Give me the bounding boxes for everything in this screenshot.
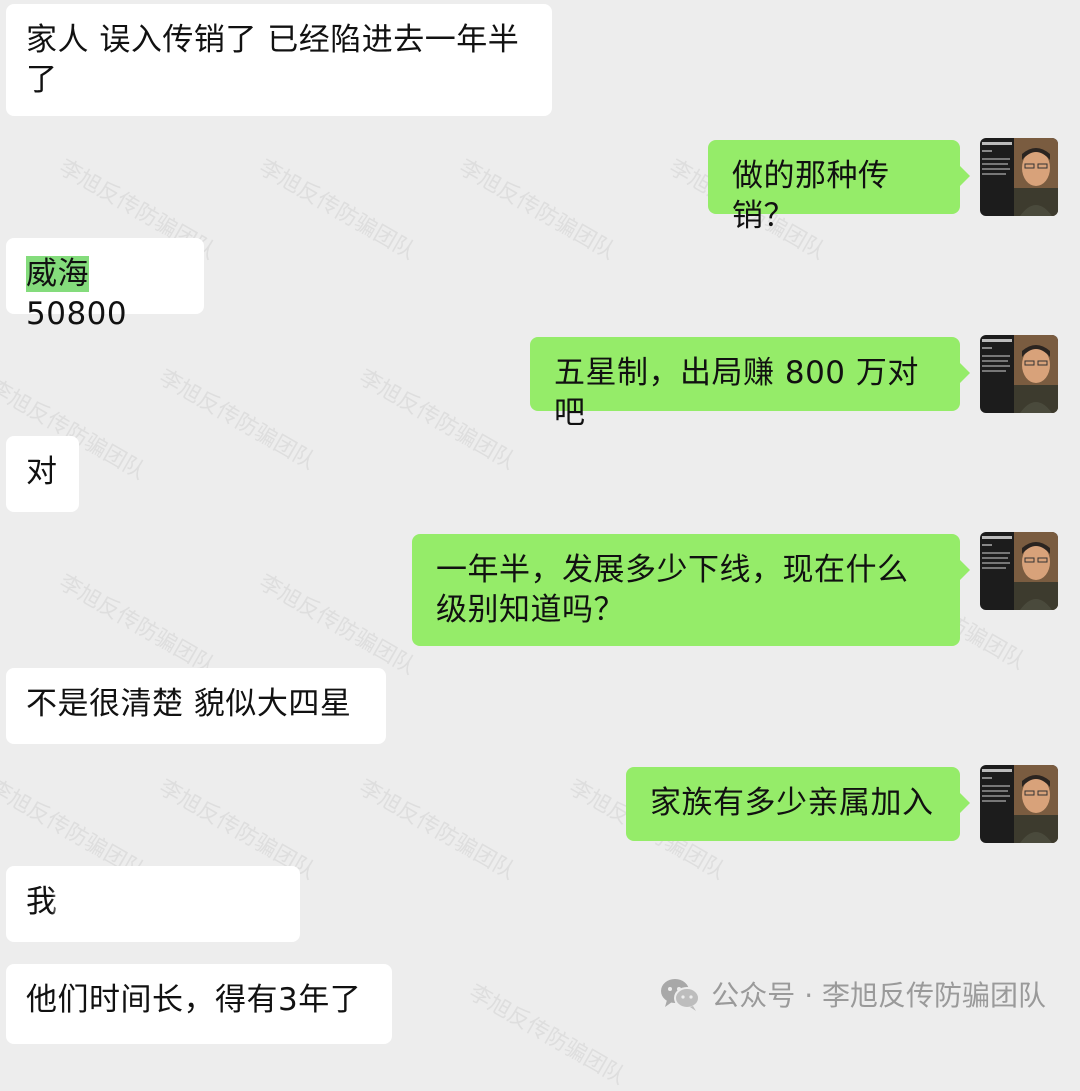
watermark-text: 李旭反传防骗团队 [154,365,320,475]
watermark-text: 李旭反传防骗团队 [54,570,220,680]
message-text: 不是很清楚 貌似大四星 [26,686,352,722]
avatar[interactable] [980,335,1058,413]
message-bubble-outgoing[interactable]: 五星制，出局赚 800 万对吧 [530,337,970,431]
highlighted-keyword[interactable]: 威海 [26,256,89,292]
message-bubble-incoming[interactable]: 威海 50800 [6,238,204,332]
watermark-text: 李旭反传防骗团队 [454,155,620,265]
avatar[interactable] [980,138,1058,216]
avatar-portrait-icon [980,765,1058,843]
official-account-label: 公众号 · 李旭反传防骗团队 [711,979,1046,1012]
avatar[interactable] [980,532,1058,610]
message-bubble-incoming[interactable]: 不是很清楚 貌似大四星 [6,668,386,744]
message-text: 家人 误入传销了 已经陷进去一年半了 [26,22,520,98]
avatar-portrait-icon [980,532,1058,610]
official-account-watermark: 公众号 · 李旭反传防骗团队 [659,972,1046,1016]
message-bubble-incoming[interactable]: 我 [6,866,300,942]
message-text: 对 [26,454,58,490]
message-text: 做的那种传销？ [732,158,890,234]
watermark-text: 李旭反传防骗团队 [464,980,630,1090]
redaction-blur [56,880,96,928]
message-text: 我 [26,884,58,920]
message-bubble-outgoing[interactable]: 一年半，发展多少下线，现在什么级别知道吗？ [412,534,970,646]
avatar-portrait-icon [980,335,1058,413]
message-text: 一年半，发展多少下线，现在什么级别知道吗？ [436,552,909,628]
message-text: 他们时间长，得有3年了 [26,982,362,1018]
message-bubble-outgoing[interactable]: 家族有多少亲属加入 [626,767,970,841]
watermark-text: 李旭反传防骗团队 [354,365,520,475]
watermark-text: 李旭反传防骗团队 [254,155,420,265]
message-text: 50800 [26,296,128,332]
message-bubble-incoming[interactable]: 对 [6,436,79,512]
message-bubble-incoming[interactable]: 家人 误入传销了 已经陷进去一年半了 [6,4,552,116]
message-text: 五星制，出局赚 800 万对吧 [554,355,919,431]
message-bubble-incoming[interactable]: 他们时间长，得有3年了 [6,964,392,1044]
wechat-official-account-icon [661,979,701,1011]
avatar-portrait-icon [980,138,1058,216]
message-text: 家族有多少亲属加入 [650,785,934,821]
watermark-text: 李旭反传防骗团队 [254,570,420,680]
avatar[interactable] [980,765,1058,843]
watermark-text: 李旭反传防骗团队 [354,775,520,885]
message-bubble-outgoing[interactable]: 做的那种传销？ [708,140,970,234]
